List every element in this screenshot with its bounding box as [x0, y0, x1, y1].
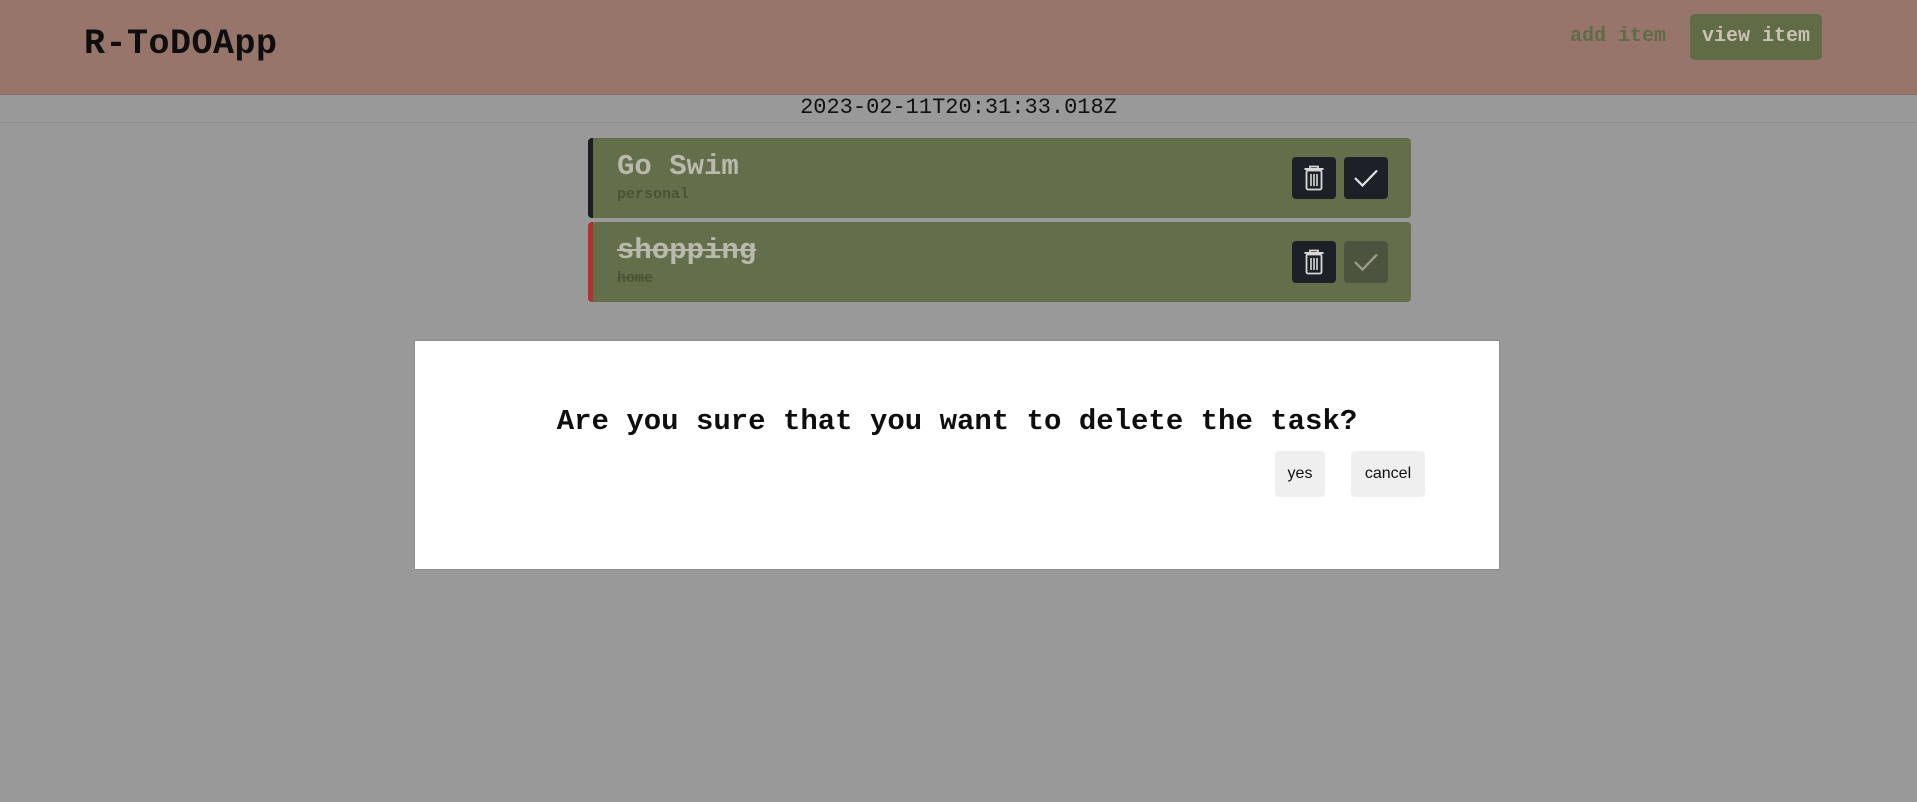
check-icon	[1353, 168, 1379, 188]
delete-task-button[interactable]	[1292, 241, 1336, 283]
task-card: Go Swim personal	[588, 138, 1411, 218]
view-item-button[interactable]: view item	[1690, 14, 1822, 60]
add-item-link[interactable]: add item	[1556, 14, 1680, 60]
trash-icon	[1303, 165, 1325, 191]
task-card: shopping home	[588, 222, 1411, 302]
task-title: shopping	[617, 234, 757, 267]
app-root: R-ToDOApp add item view item 2023-02-11T…	[0, 0, 1917, 802]
task-category: home	[617, 270, 654, 287]
complete-task-button[interactable]	[1344, 157, 1388, 199]
delete-confirm-dialog: Are you sure that you want to delete the…	[414, 340, 1500, 570]
current-datetime: 2023-02-11T20:31:33.018Z	[0, 95, 1917, 123]
top-navbar: R-ToDOApp add item view item	[0, 0, 1917, 95]
confirm-yes-button[interactable]: yes	[1275, 451, 1325, 497]
dialog-message: Are you sure that you want to delete the…	[556, 405, 1358, 438]
app-brand[interactable]: R-ToDOApp	[84, 24, 278, 64]
delete-task-button[interactable]	[1292, 157, 1336, 199]
cancel-button[interactable]: cancel	[1351, 451, 1425, 497]
trash-icon	[1303, 249, 1325, 275]
complete-task-button[interactable]	[1344, 241, 1388, 283]
task-category: personal	[617, 186, 690, 203]
task-title: Go Swim	[617, 150, 739, 183]
check-icon	[1353, 252, 1379, 272]
